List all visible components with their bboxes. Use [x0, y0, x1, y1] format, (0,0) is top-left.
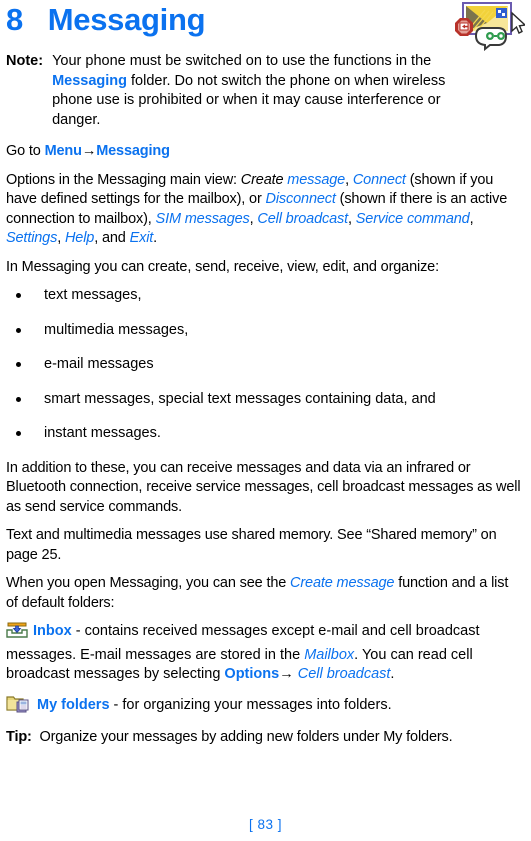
document-page: 8 Messaging Note: Your phone must be swi… — [0, 0, 531, 841]
options-period: . — [153, 230, 158, 246]
options-lead: Options in the Messaging main view: — [6, 171, 241, 188]
message-type-list: text messages, multimedia messages, e-ma… — [6, 286, 523, 444]
bullet-dot-icon — [16, 293, 21, 298]
tip-paragraph: Tip: Organize your messages by adding ne… — [6, 728, 523, 748]
intro-list-lead: In Messaging you can create, send, recei… — [6, 258, 439, 275]
options-paragraph: Options in the Messaging main view: Crea… — [6, 171, 523, 249]
inbox-options-ref: Options — [224, 666, 280, 682]
options-sep-a: , — [345, 171, 353, 188]
my-folders-icon — [6, 694, 32, 720]
note-text-part1: Your phone must be switched on to use th… — [52, 53, 432, 69]
list-item-label: multimedia messages, — [44, 321, 189, 338]
option-message: message — [283, 171, 346, 188]
tip-text: Organize your messages by adding new fol… — [39, 729, 453, 745]
goto-path: Go to Menu→Messaging — [6, 142, 523, 162]
options-and: , and — [94, 230, 130, 246]
bullet-dot-icon — [16, 431, 21, 436]
option-connect: Connect — [352, 171, 406, 188]
chapter-title: Messaging — [47, 2, 206, 37]
page-number-footer: [ 83 ] — [248, 817, 283, 832]
my-folders-paragraph: My folders - for organizing your message… — [6, 694, 523, 720]
goto-arrow-icon: → — [81, 143, 97, 159]
when-open-create-message: Create message — [290, 575, 395, 591]
option-sim-messages: SIM messages — [155, 210, 250, 227]
when-open-paragraph: When you open Messaging, you can see the… — [6, 574, 523, 613]
inbox-label: Inbox — [33, 623, 72, 639]
bullet-dot-icon — [16, 396, 21, 402]
option-cell-broadcast: Cell broadcast — [257, 210, 348, 227]
inbox-tray-icon — [6, 622, 28, 646]
option-settings: Settings — [6, 230, 58, 246]
inbox-period: . — [390, 666, 395, 682]
list-item: multimedia messages, — [6, 321, 523, 341]
list-item: e-mail messages — [6, 355, 523, 375]
option-disconnect: Disconnect — [265, 191, 336, 207]
bullet-dot-icon — [16, 362, 21, 367]
list-item-label: instant messages. — [44, 425, 161, 441]
page-title: 8 Messaging — [6, 0, 523, 38]
option-service-command: Service command — [355, 210, 470, 227]
option-exit: Exit — [129, 230, 154, 246]
messaging-chapter-icon — [449, 1, 527, 52]
tip-label: Tip: — [6, 729, 32, 745]
inbox-cell-broadcast-ref: Cell broadcast — [293, 666, 391, 682]
list-item: smart messages, special text messages co… — [6, 390, 523, 410]
when-open-pre: When you open Messaging, you can see the — [6, 575, 291, 591]
list-item-label: e-mail messages — [44, 356, 154, 372]
note-body: Your phone must be switched on to use th… — [52, 52, 452, 130]
chapter-number: 8 — [6, 2, 23, 37]
my-folders-label: My folders — [37, 696, 110, 713]
goto-prefix: Go to — [6, 143, 45, 159]
note-block: Note: Your phone must be switched on to … — [6, 52, 523, 130]
list-item: instant messages. — [6, 424, 523, 444]
option-create: Create — [240, 171, 284, 188]
options-sep-2: , — [348, 210, 356, 227]
my-folders-text: - for organizing your messages into fold… — [109, 696, 392, 713]
inbox-folder-paragraph: Inbox - contains received messages excep… — [6, 622, 523, 685]
shared-memory-paragraph: Text and multimedia messages use shared … — [6, 527, 497, 563]
goto-menu: Menu — [44, 143, 82, 159]
list-item: text messages, — [6, 286, 523, 306]
list-item-label: text messages, — [44, 287, 142, 303]
options-sep-3: , — [469, 210, 474, 227]
option-help: Help — [64, 230, 95, 246]
bullet-dot-icon — [16, 327, 21, 333]
note-label: Note: — [6, 53, 44, 69]
inbox-mailbox-ref: Mailbox — [304, 646, 355, 663]
goto-target: Messaging — [96, 143, 170, 159]
inbox-arrow-icon: → — [279, 666, 294, 682]
list-item-label: smart messages, special text messages co… — [44, 390, 436, 407]
options-sep-4: , — [57, 230, 65, 246]
note-highlight-messaging: Messaging — [52, 72, 127, 89]
in-addition-paragraph: In addition to these, you can receive me… — [6, 459, 521, 515]
inbox-dash: - — [71, 623, 85, 639]
